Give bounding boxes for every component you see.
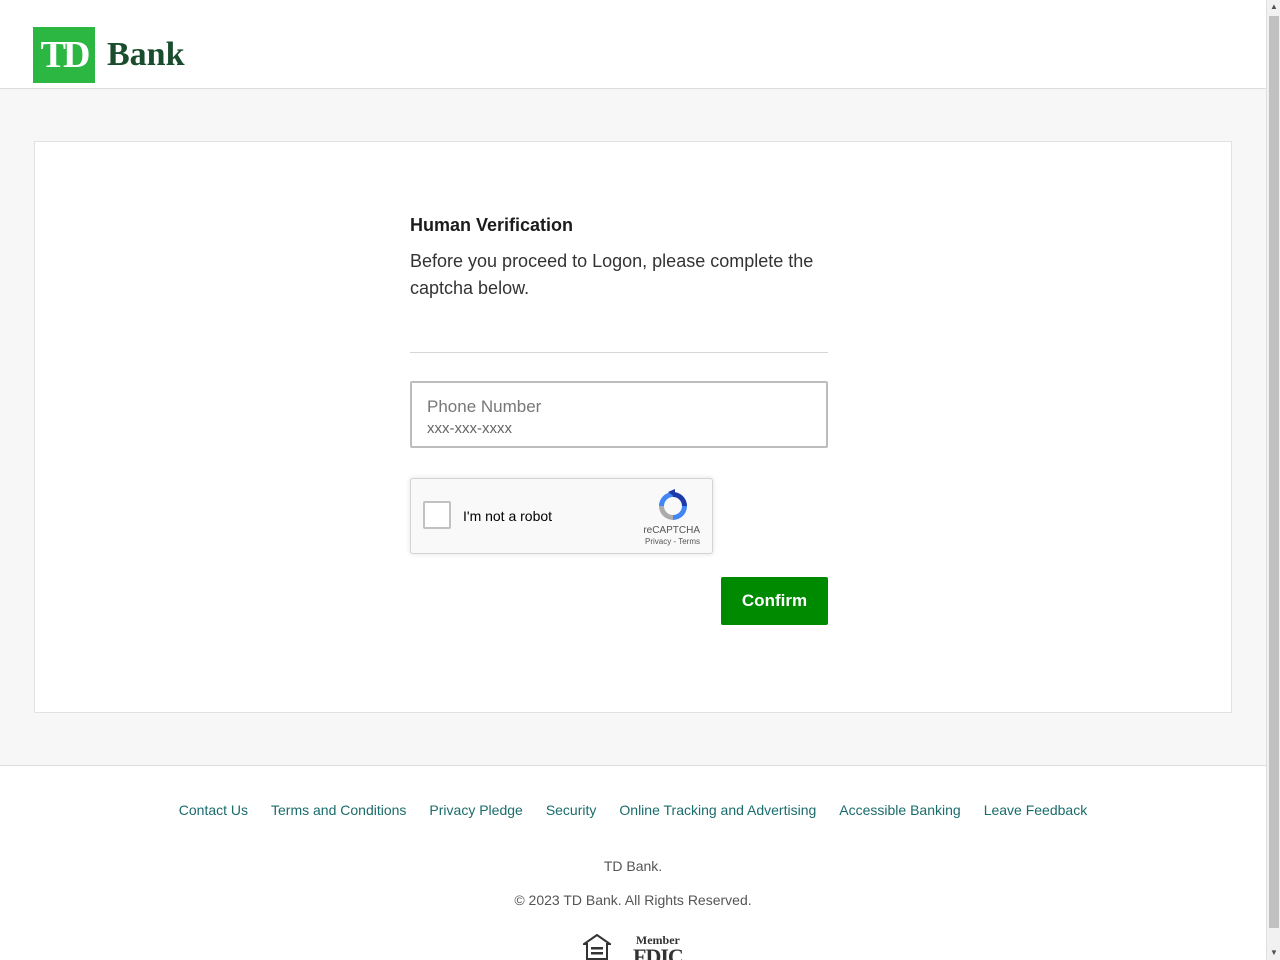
footer-link-online-tracking[interactable]: Online Tracking and Advertising	[619, 802, 816, 818]
footer-link-accessible-banking[interactable]: Accessible Banking	[839, 802, 960, 818]
footer-link-security[interactable]: Security	[546, 802, 597, 818]
phone-number-field[interactable]: Phone Number	[410, 381, 828, 448]
page-title: Human Verification	[410, 215, 574, 235]
td-bank-logo[interactable]: TD Bank	[33, 27, 185, 83]
fdic-badge: Member FDIC	[633, 934, 684, 960]
chevron-down-icon[interactable]: ▼	[1267, 946, 1280, 960]
confirm-row: Confirm	[410, 577, 828, 625]
logo-text: Bank	[107, 36, 185, 73]
footer-link-contact-us[interactable]: Contact Us	[179, 802, 248, 818]
footer-links: Contact Us Terms and Conditions Privacy …	[0, 802, 1266, 818]
footer-company: TD Bank.	[603, 858, 663, 874]
recaptcha-brand: reCAPTCHA	[643, 525, 700, 536]
recaptcha-privacy-terms-link[interactable]: Privacy - Terms	[645, 537, 700, 546]
page-footer: Contact Us Terms and Conditions Privacy …	[0, 765, 1266, 960]
phone-number-label: Phone Number	[427, 397, 542, 416]
vertical-scrollbar[interactable]: ▲ ▼	[1266, 0, 1280, 960]
scrollbar-thumb[interactable]	[1269, 16, 1279, 928]
recaptcha-checkbox[interactable]	[423, 501, 451, 529]
td-logo-mark: TD	[33, 27, 95, 83]
verification-form: Human Verification Before you proceed to…	[410, 215, 828, 625]
footer-link-terms[interactable]: Terms and Conditions	[271, 802, 406, 818]
recaptcha-logo-icon	[659, 489, 687, 520]
instructions-text: Before you proceed to Logon, please comp…	[410, 251, 814, 298]
recaptcha-widget: I'm not a robot reCAPTCHA Privacy - Term…	[410, 478, 713, 554]
footer-link-privacy-pledge[interactable]: Privacy Pledge	[429, 802, 522, 818]
verification-card: Human Verification Before you proceed to…	[34, 141, 1232, 713]
fdic-logo-text: FDIC	[633, 944, 684, 960]
equal-housing-lender-icon	[583, 934, 611, 960]
confirm-button[interactable]: Confirm	[721, 577, 828, 625]
recaptcha-label: I'm not a robot	[463, 508, 553, 524]
chevron-up-icon[interactable]: ▲	[1267, 0, 1280, 14]
phone-number-input[interactable]	[427, 420, 811, 437]
divider	[410, 352, 828, 353]
footer-copyright: © 2023 TD Bank. All Rights Reserved.	[514, 892, 752, 908]
footer-link-leave-feedback[interactable]: Leave Feedback	[984, 802, 1088, 818]
page-header: TD Bank	[0, 0, 1266, 89]
footer-badges: Member FDIC	[583, 934, 684, 960]
